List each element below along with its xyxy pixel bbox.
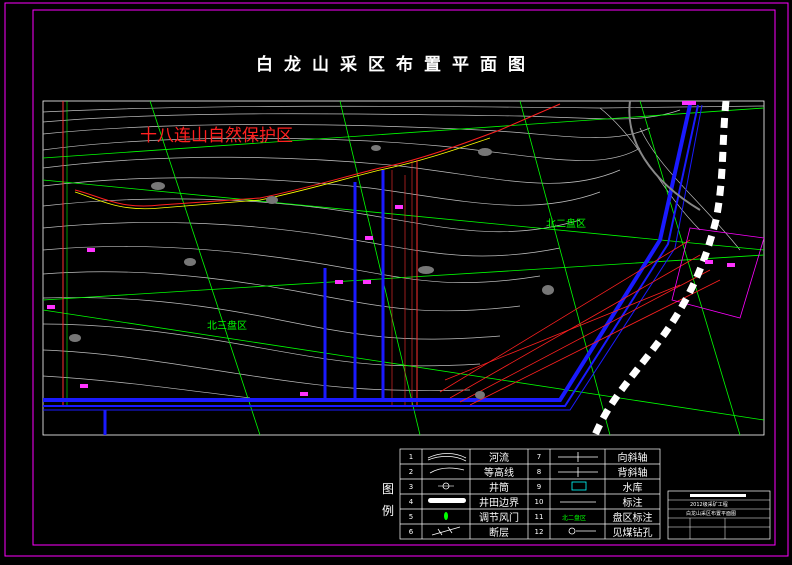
- legend-item-label: 盘区标注: [612, 513, 653, 524]
- legend-item-label: 井田边界: [479, 498, 519, 509]
- legend-item-label: 等高线: [484, 468, 514, 479]
- river-line: [74, 137, 491, 210]
- legend-item-label: 标注: [622, 498, 643, 509]
- legend-item-number: 11: [534, 512, 544, 521]
- reserve-label: 十八连山自然保护区: [140, 126, 293, 146]
- legend-item-number: 10: [534, 497, 544, 506]
- drawing-title: 白龙山采区布置平面图: [256, 55, 536, 75]
- panel-north3-label: 北三盘区: [207, 319, 247, 332]
- legend-item-label: 井筒: [489, 483, 509, 494]
- coordinate-grid: [43, 101, 764, 435]
- cad-drawing-canvas: 十八连山自然保护区 北二盘区 北三盘区 北二盘区: [0, 0, 792, 561]
- legend-header: 图例: [381, 482, 394, 518]
- map-svg: 十八连山自然保护区 北二盘区 北三盘区 北二盘区: [4, 2, 789, 557]
- legend-item-number: 2: [408, 467, 414, 476]
- legend-item-label: 背斜轴: [617, 468, 648, 479]
- legend-item-number: 4: [408, 497, 414, 506]
- roadways: [43, 104, 703, 435]
- legend-item-number: 9: [536, 482, 542, 491]
- title-block-line1: 2012级采矿工程: [690, 502, 728, 508]
- title-block-line2: 白龙山采区布置平面图: [686, 511, 737, 517]
- legend-item-number: 1: [408, 452, 414, 461]
- field-boundary: [591, 101, 730, 435]
- village-markers: [69, 145, 554, 399]
- legend-item-label: 向斜轴: [617, 453, 648, 464]
- legend-item-label: 水库: [622, 483, 643, 494]
- legend-item-label: 河流: [489, 453, 509, 464]
- legend-item-number: 5: [408, 512, 414, 521]
- legend-item-number: 7: [536, 452, 542, 461]
- panel-north2-label: 北二盘区: [546, 217, 586, 230]
- legend-item-number: 8: [536, 467, 542, 476]
- legend-item-number: 3: [408, 482, 414, 491]
- legend-item-number: 6: [408, 527, 414, 536]
- outer-frame: [4, 2, 789, 557]
- legend-item-label: 调节风门: [479, 513, 519, 524]
- map-content: [43, 101, 764, 435]
- legend-symbol-panel-label: 北二盘区: [562, 514, 586, 522]
- legend-item-number: 12: [534, 527, 544, 536]
- legend-item-label: 见煤钻孔: [612, 528, 653, 539]
- contour-lines: [43, 105, 764, 399]
- map-frame: [42, 100, 765, 436]
- legend-item-label: 断层: [489, 528, 509, 539]
